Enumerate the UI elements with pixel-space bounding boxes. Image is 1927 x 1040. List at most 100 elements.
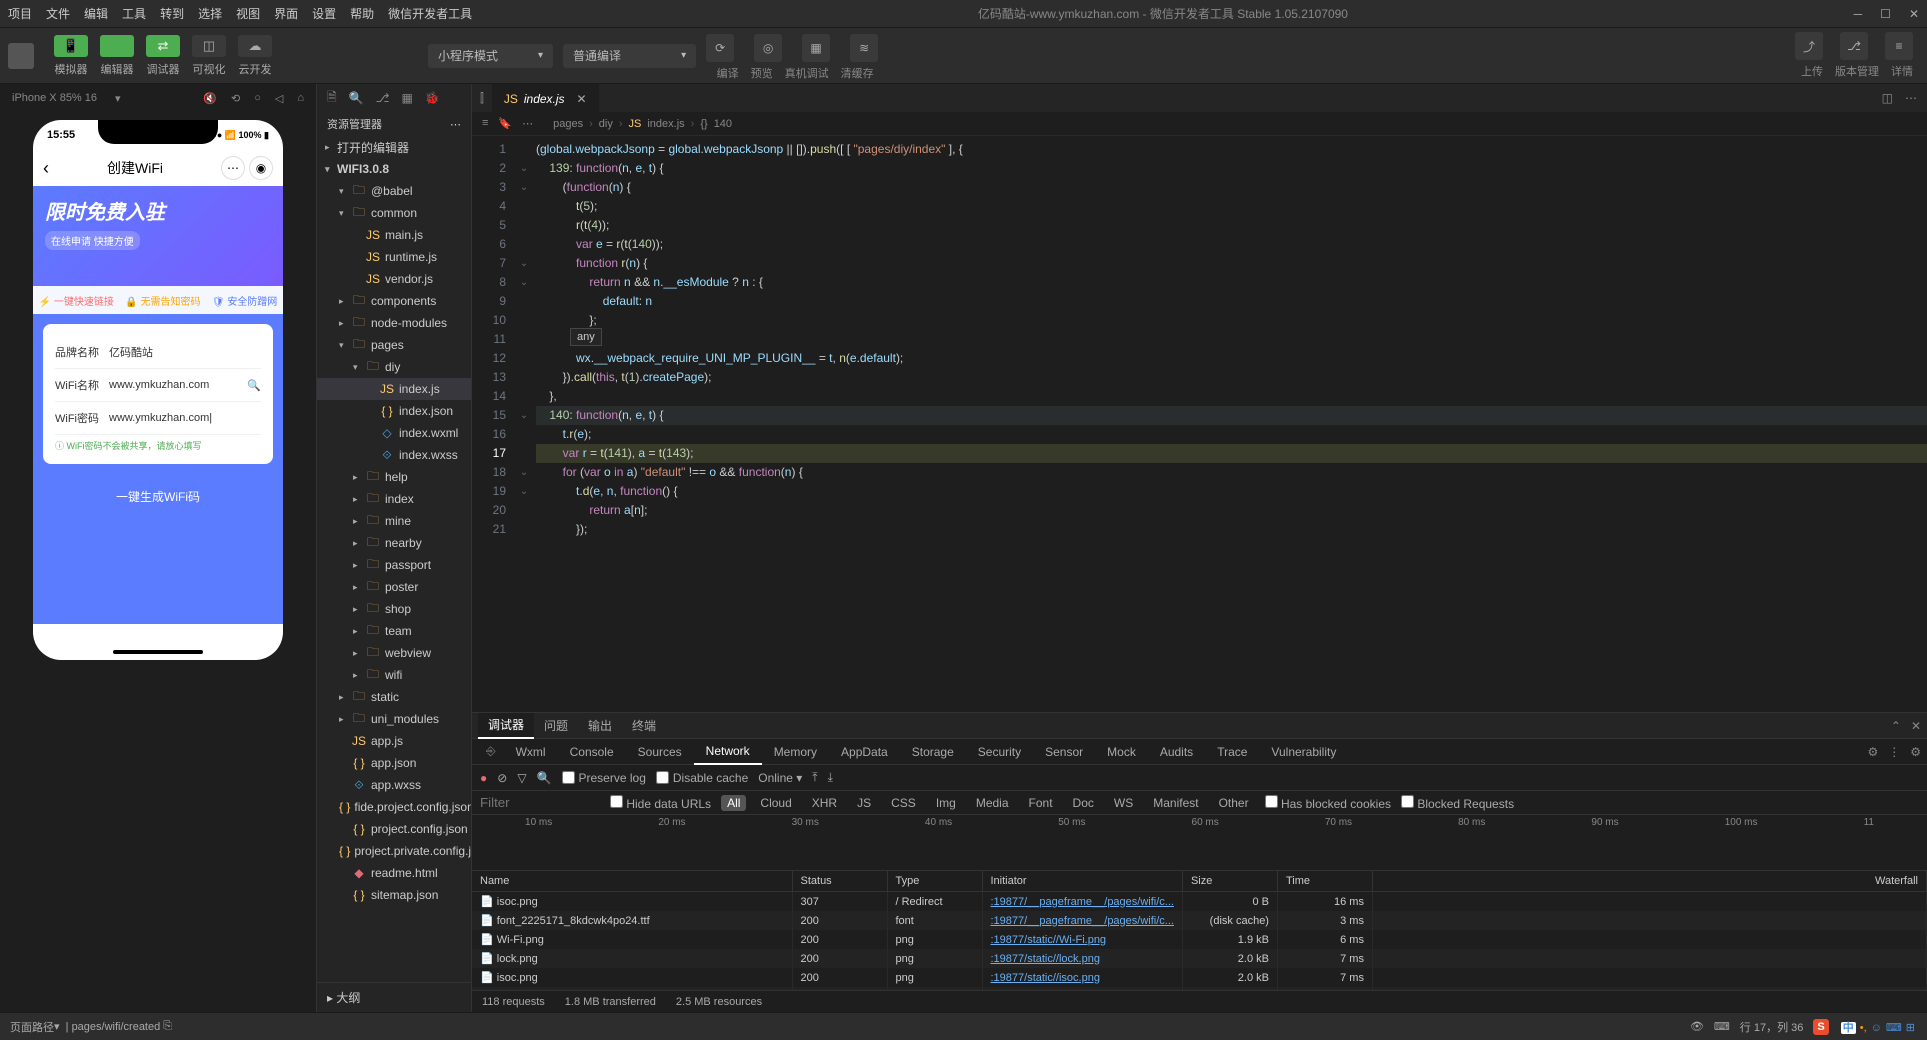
home-icon[interactable]: ⌂ — [297, 92, 304, 105]
tree-item[interactable]: ▸🗀help — [317, 466, 471, 488]
tree-item[interactable]: JSmain.js — [317, 224, 471, 246]
type-filter-chip[interactable]: Font — [1023, 795, 1059, 811]
table-row[interactable]: 📄 lock.png200png:19877/static//lock.png2… — [472, 949, 1927, 968]
tool-tab[interactable]: 编辑器 — [94, 35, 140, 77]
table-row[interactable]: 📄 isoc.png307/ Redirect:19877/__pagefram… — [472, 892, 1927, 912]
search-icon[interactable]: 🔍 — [537, 771, 552, 785]
clear-cache-button[interactable]: ≋ — [850, 34, 878, 62]
devtools-tab[interactable]: Storage — [900, 739, 966, 765]
tree-item[interactable]: JSapp.js — [317, 730, 471, 752]
refresh-sim-icon[interactable]: ○ — [254, 92, 261, 105]
refresh-button[interactable]: ⟳ — [706, 34, 734, 62]
tree-item[interactable]: { }project.config.json — [317, 818, 471, 840]
menu-item[interactable]: 工具 — [122, 5, 146, 22]
tool-tab[interactable]: ⇄调试器 — [140, 35, 186, 77]
tree-item[interactable]: { }index.json — [317, 400, 471, 422]
throttle-select[interactable]: Online ▾ — [758, 771, 802, 785]
project-root[interactable]: ▾WIFI3.0.8 — [317, 158, 471, 180]
nav-back-icon[interactable]: ‹ — [43, 158, 49, 179]
blocked-requests-checkbox[interactable]: Blocked Requests — [1401, 795, 1514, 811]
tree-item[interactable]: ▸🗀node-modules — [317, 312, 471, 334]
generate-button[interactable]: 一键生成WiFi码 — [43, 478, 273, 515]
filter-icon[interactable]: ▽ — [517, 771, 526, 785]
clear-icon[interactable]: ⊘ — [497, 771, 507, 785]
type-filter-chip[interactable]: JS — [851, 795, 877, 811]
inspect-icon[interactable]: ⎆ — [478, 744, 504, 759]
tree-item[interactable]: ▸🗀team — [317, 620, 471, 642]
bc-segment[interactable]: index.js — [647, 118, 684, 130]
outline-section[interactable]: ▸ 大纲 — [317, 982, 471, 1012]
tree-item[interactable]: ▸🗀mine — [317, 510, 471, 532]
type-filter-chip[interactable]: XHR — [806, 795, 843, 811]
back-icon[interactable]: ◁ — [275, 92, 283, 105]
split-editor-icon[interactable]: ◫ — [1882, 91, 1893, 105]
tree-item[interactable]: ◇index.wxml — [317, 422, 471, 444]
record-icon[interactable]: ● — [480, 771, 487, 785]
table-header[interactable]: Type — [887, 871, 982, 892]
type-filter-chip[interactable]: CSS — [885, 795, 922, 811]
debugger-panel-tab[interactable]: 调试器 — [478, 713, 534, 739]
devtools-tab[interactable]: Trace — [1205, 739, 1259, 765]
download-icon[interactable]: ⤓ — [828, 770, 833, 785]
type-filter-chip[interactable]: Media — [970, 795, 1015, 811]
tool-tab[interactable]: ☁云开发 — [232, 35, 278, 77]
tree-item[interactable]: ▾🗀diy — [317, 356, 471, 378]
table-header[interactable]: Name — [472, 871, 792, 892]
table-row[interactable]: 📄 Wi-Fi.png200png:19877/static//Wi-Fi.pn… — [472, 930, 1927, 949]
mode-select[interactable]: 小程序模式 ▾ — [428, 44, 553, 68]
field-wifi-name[interactable]: WiFi名称 www.ymkuzhan.com 🔍 — [55, 369, 261, 402]
tree-item[interactable]: ▾🗀common — [317, 202, 471, 224]
devtools-tab[interactable]: Wxml — [504, 739, 558, 765]
tab-close-icon[interactable]: ✕ — [577, 92, 587, 106]
close-icon[interactable]: ✕ — [1909, 7, 1919, 21]
more-icon[interactable]: ⋯ — [522, 117, 533, 130]
tree-item[interactable]: ▾🗀pages — [317, 334, 471, 356]
menu-item[interactable]: 编辑 — [84, 5, 108, 22]
capsule-close-icon[interactable]: ◉ — [249, 156, 273, 180]
tree-item[interactable]: ▸🗀webview — [317, 642, 471, 664]
tree-item[interactable]: { }project.private.config.js... — [317, 840, 471, 862]
upload-icon[interactable]: ⤒ — [812, 770, 817, 785]
search-icon[interactable]: 🔍 — [349, 91, 364, 105]
table-row[interactable]: 📄 font_2225171_8kdcwk4po24.ttf200font:19… — [472, 911, 1927, 930]
tree-item[interactable]: ▸🗀index — [317, 488, 471, 510]
tree-item[interactable]: JSruntime.js — [317, 246, 471, 268]
copy-icon[interactable]: ⎘ — [163, 1020, 172, 1033]
tree-item[interactable]: ⟐app.wxss — [317, 774, 471, 796]
menu-item[interactable]: 微信开发者工具 — [388, 5, 472, 22]
type-filter-chip[interactable]: Other — [1213, 795, 1255, 811]
menu-icon[interactable]: ⋮ — [1888, 745, 1900, 759]
more-settings-icon[interactable]: ⚙ — [1910, 745, 1921, 759]
table-header[interactable]: Size — [1182, 871, 1277, 892]
tree-item[interactable]: ⟐index.wxss — [317, 444, 471, 466]
close-panel-icon[interactable]: ✕ — [1911, 719, 1921, 733]
devtools-tab[interactable]: Memory — [762, 739, 829, 765]
debugger-panel-tab[interactable]: 问题 — [534, 713, 578, 739]
menu-item[interactable]: 设置 — [312, 5, 336, 22]
menu-item[interactable]: 选择 — [198, 5, 222, 22]
tree-item[interactable]: { }app.json — [317, 752, 471, 774]
current-path[interactable]: pages/wifi/created — [72, 1021, 161, 1033]
disable-cache-checkbox[interactable]: Disable cache — [656, 771, 748, 785]
devtools-tab[interactable]: Sensor — [1033, 739, 1095, 765]
menu-item[interactable]: 界面 — [274, 5, 298, 22]
table-header[interactable]: Time — [1277, 871, 1372, 892]
tree-item[interactable]: ▸🗀wifi — [317, 664, 471, 686]
type-filter-chip[interactable]: WS — [1108, 795, 1139, 811]
files-icon[interactable]: 🗎 — [327, 88, 337, 109]
menu-item[interactable]: 文件 — [46, 5, 70, 22]
tree-item[interactable]: { }fide.project.config.json — [317, 796, 471, 818]
rotate-icon[interactable]: ⟲ — [231, 92, 240, 105]
preserve-log-checkbox[interactable]: Preserve log — [562, 771, 646, 785]
tool-tab[interactable]: 📱模拟器 — [48, 35, 94, 77]
gear-icon[interactable]: ⚙ — [1867, 745, 1878, 759]
tree-item[interactable]: ▸🗀components — [317, 290, 471, 312]
code-editor[interactable]: 123456789101112131415161718192021 ⌄⌄⌄⌄⌄⌄… — [472, 136, 1927, 712]
split-icon[interactable]: ⫿ — [480, 91, 484, 106]
capsule-menu-icon[interactable]: ⋯ — [221, 156, 245, 180]
blocked-cookies-checkbox[interactable]: Has blocked cookies — [1265, 795, 1391, 811]
type-filter-chip[interactable]: All — [721, 795, 746, 811]
open-editors-section[interactable]: ▸打开的编辑器 — [317, 136, 471, 158]
avatar[interactable] — [8, 43, 34, 69]
table-header[interactable]: Status — [792, 871, 887, 892]
